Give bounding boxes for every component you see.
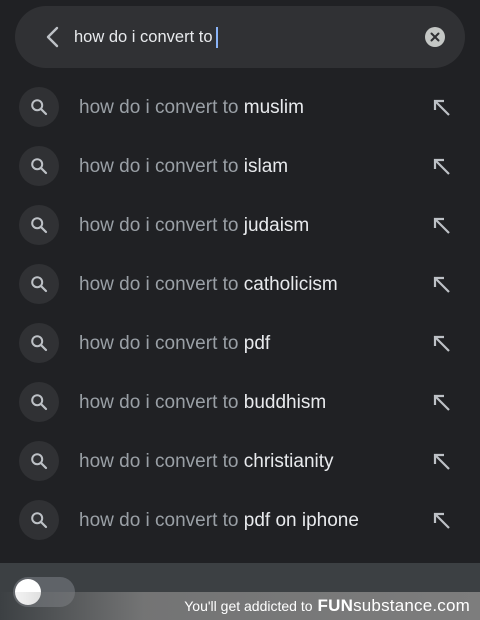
suggestion-completion: catholicism	[243, 274, 338, 295]
arrow-up-left-icon	[433, 217, 450, 234]
suggestion-text: how do i convert to buddhism	[79, 391, 326, 414]
suggestion-prefix: how do i convert to	[79, 215, 239, 236]
suggestion-prefix: how do i convert to	[79, 97, 239, 118]
arrow-up-left-icon	[433, 512, 450, 529]
suggestion-item[interactable]: how do i convert to muslim	[0, 78, 480, 137]
suggestion-prefix: how do i convert to	[79, 156, 239, 177]
search-input[interactable]: how do i convert to	[74, 25, 218, 49]
suggestion-completion: pdf on iphone	[243, 510, 359, 531]
fill-query-button[interactable]	[429, 331, 455, 357]
suggestion-text: how do i convert to islam	[79, 155, 288, 178]
search-screen: how do i convert to how do i convert to …	[0, 0, 480, 620]
suggestion-completion: christianity	[243, 451, 334, 472]
search-icon	[19, 323, 59, 363]
text-caret	[215, 26, 218, 48]
suggestion-prefix: how do i convert to	[79, 510, 239, 531]
search-icon	[19, 87, 59, 127]
suggestion-completion: islam	[243, 156, 289, 177]
suggestion-prefix: how do i convert to	[79, 392, 239, 413]
watermark-brand-prefix: FUN	[317, 596, 354, 615]
suggestion-text: how do i convert to judaism	[79, 214, 309, 237]
fill-query-button[interactable]	[429, 95, 455, 121]
search-bar[interactable]: how do i convert to	[15, 6, 465, 68]
suggestion-text: how do i convert to catholicism	[79, 273, 338, 296]
suggestion-text: how do i convert to muslim	[79, 96, 304, 119]
suggestion-item[interactable]: how do i convert to pdf on iphone	[0, 491, 480, 550]
suggestion-item[interactable]: how do i convert to buddhism	[0, 373, 480, 432]
watermark-banner: You'll get addicted to FUN substance.com	[0, 592, 480, 620]
fill-query-button[interactable]	[429, 154, 455, 180]
suggestion-item[interactable]: how do i convert to islam	[0, 137, 480, 196]
fill-query-button[interactable]	[429, 213, 455, 239]
chevron-left-icon	[46, 26, 59, 48]
suggestion-completion: muslim	[243, 97, 304, 118]
watermark-tagline: You'll get addicted to	[184, 598, 313, 614]
suggestion-item[interactable]: how do i convert to pdf	[0, 314, 480, 373]
arrow-up-left-icon	[433, 158, 450, 175]
fill-query-button[interactable]	[429, 272, 455, 298]
clear-button[interactable]	[425, 27, 445, 47]
suggestion-completion: buddhism	[243, 392, 327, 413]
suggestion-list: how do i convert to muslim how do i conv…	[0, 78, 480, 550]
search-icon	[19, 382, 59, 422]
fill-query-button[interactable]	[429, 449, 455, 475]
arrow-up-left-icon	[433, 276, 450, 293]
suggestion-text: how do i convert to pdf	[79, 332, 270, 355]
suggestion-completion: judaism	[243, 215, 310, 236]
search-icon	[19, 146, 59, 186]
suggestion-prefix: how do i convert to	[79, 274, 239, 295]
back-button[interactable]	[37, 21, 69, 53]
suggestion-item[interactable]: how do i convert to christianity	[0, 432, 480, 491]
arrow-up-left-icon	[433, 99, 450, 116]
suggestion-item[interactable]: how do i convert to judaism	[0, 196, 480, 255]
watermark-logo: FUN substance.com	[318, 596, 470, 616]
fill-query-button[interactable]	[429, 508, 455, 534]
search-query-text: how do i convert to	[74, 27, 213, 46]
fill-query-button[interactable]	[429, 390, 455, 416]
search-icon	[19, 441, 59, 481]
suggestion-prefix: how do i convert to	[79, 333, 239, 354]
suggestion-text: how do i convert to pdf on iphone	[79, 509, 359, 532]
search-icon	[19, 205, 59, 245]
suggestion-completion: pdf	[243, 333, 271, 354]
search-icon	[19, 264, 59, 304]
search-icon	[19, 500, 59, 540]
close-icon	[430, 32, 440, 42]
arrow-up-left-icon	[433, 335, 450, 352]
suggestion-text: how do i convert to christianity	[79, 450, 334, 473]
watermark-brand-suffix: substance.com	[353, 596, 470, 615]
arrow-up-left-icon	[433, 394, 450, 411]
suggestion-prefix: how do i convert to	[79, 451, 239, 472]
arrow-up-left-icon	[433, 453, 450, 470]
suggestion-item[interactable]: how do i convert to catholicism	[0, 255, 480, 314]
